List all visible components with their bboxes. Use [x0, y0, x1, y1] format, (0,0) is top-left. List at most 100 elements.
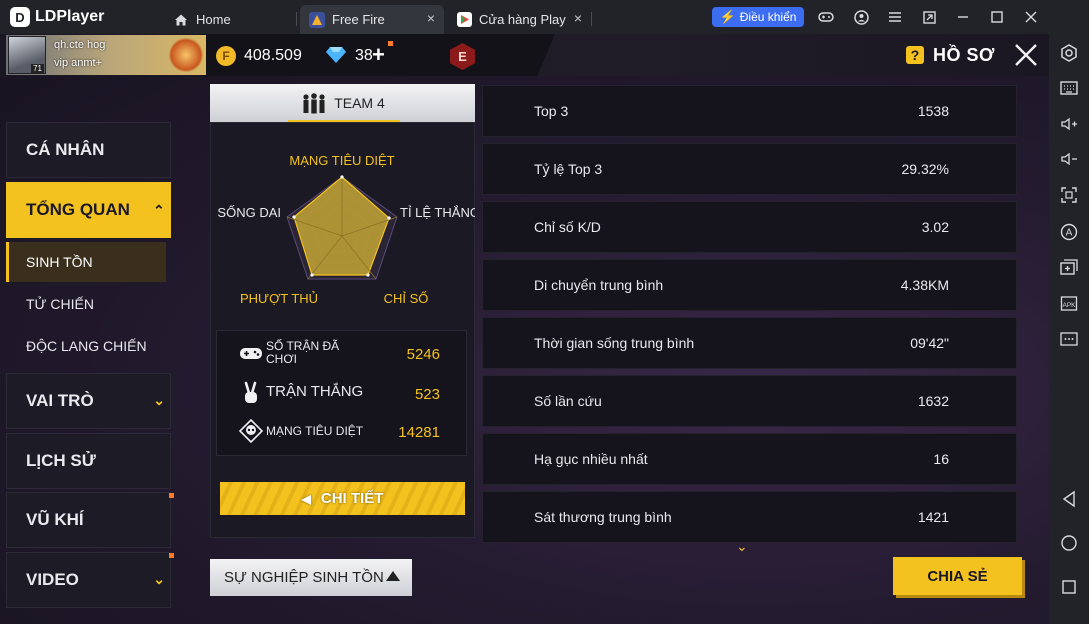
menu-icon[interactable]: [887, 9, 903, 25]
nav-label: LỊCH SỬ: [26, 451, 96, 470]
career-mode-label: SỰ NGHIỆP SINH TỒN: [224, 569, 384, 586]
multi-instance-icon[interactable]: [1058, 256, 1080, 278]
recent-apps-icon[interactable]: [1058, 576, 1080, 598]
player-name: qh.cte hog: [54, 39, 106, 51]
operation-record-icon[interactable]: A: [1058, 221, 1080, 243]
player-subtitle: vip anmt+: [54, 57, 102, 69]
stat-value: 3.02: [921, 219, 949, 235]
nav-label: VAI TRÒ: [26, 391, 94, 410]
subnav-doc-lang-chien[interactable]: ĐỘC LANG CHIẾN: [6, 326, 166, 366]
tab-separator: [296, 12, 297, 26]
ldplayer-logo-icon: D: [10, 7, 30, 27]
stat-value: 1421: [917, 509, 949, 525]
apk-install-icon[interactable]: APK: [1058, 292, 1080, 314]
page-title: HỒ SƠ: [933, 45, 995, 65]
account-icon[interactable]: [853, 9, 869, 25]
diamond-icon: [326, 47, 346, 63]
close-tab-icon[interactable]: ×: [424, 11, 438, 25]
app-name: LDPlayer: [35, 8, 105, 25]
nav-tong-quan[interactable]: TỔNG QUAN ⌄: [6, 182, 171, 238]
nav-vai-tro[interactable]: VAI TRÒ ⌄: [6, 373, 171, 429]
stat-row: Hạ gục nhiều nhất 16: [482, 433, 1017, 485]
maximize-icon[interactable]: [989, 9, 1005, 25]
diamond-amount: 38: [355, 47, 373, 64]
ldplayer-logo: D LDPlayer: [10, 7, 104, 27]
svg-text:A: A: [1066, 228, 1073, 239]
stat-label: Sát thương trung bình: [534, 509, 672, 525]
volume-down-icon[interactable]: [1058, 148, 1080, 170]
tab-play-store[interactable]: Cửa hàng Play ×: [447, 5, 591, 34]
nav-video[interactable]: VIDEO ⌄: [6, 552, 174, 608]
share-button[interactable]: CHIA SẺ: [893, 557, 1022, 595]
svg-text:APK: APK: [1062, 302, 1076, 309]
subnav-tu-chien[interactable]: TỬ CHIẾN: [6, 284, 166, 324]
control-button[interactable]: ⚡ Điều khiển: [712, 7, 804, 27]
stat-row: Top 3 1538: [482, 85, 1017, 137]
gamepad-icon[interactable]: [818, 9, 834, 25]
team-label: TEAM 4: [334, 95, 385, 111]
screenshot-icon[interactable]: [1058, 184, 1080, 206]
back-icon[interactable]: [1058, 488, 1080, 510]
keyboard-icon[interactable]: [1058, 77, 1080, 99]
tab-play-store-label: Cửa hàng Play: [479, 12, 566, 27]
radar-label-travel: PHƯỢT THỦ: [240, 291, 318, 306]
radar-chart: MẠNG TIÊU DIỆT SỐNG DAI TỈ LỆ THẮNG PHƯỢ…: [217, 153, 475, 306]
emulator-toolbar: A APK: [1049, 34, 1089, 624]
restore-window-icon[interactable]: [921, 9, 937, 25]
close-icon[interactable]: [1012, 41, 1040, 69]
lightning-icon: ⚡: [719, 9, 736, 24]
tab-free-fire-label: Free Fire: [332, 12, 385, 27]
stat-value: 29.32%: [901, 161, 949, 177]
chevron-up-icon: ⌄: [153, 202, 165, 218]
stat-label: Top 3: [534, 103, 569, 119]
team-header: TEAM 4: [210, 84, 475, 122]
close-tab-icon[interactable]: ×: [571, 11, 585, 25]
settings-icon[interactable]: [1058, 42, 1080, 64]
home-icon: [173, 12, 189, 28]
home-nav-icon[interactable]: [1058, 532, 1080, 554]
stat-row: Số lần cứu 1632: [482, 375, 1017, 427]
career-mode-dropdown[interactable]: SỰ NGHIỆP SINH TỒN: [210, 559, 412, 596]
stat-label: Di chuyển trung bình: [534, 277, 664, 293]
skull-icon: [239, 419, 263, 443]
help-icon[interactable]: ?: [906, 46, 924, 64]
player-card[interactable]: 71 qh.cte hog vip anmt+: [6, 35, 206, 75]
avatar: 71: [8, 36, 46, 74]
free-fire-app-icon: [309, 11, 325, 28]
close-window-icon[interactable]: [1023, 9, 1039, 25]
stat-row: Thời gian sống trung bình 09'42": [482, 317, 1017, 369]
nav-lich-su[interactable]: LỊCH SỬ: [6, 433, 171, 489]
nav-label: VIDEO: [26, 570, 79, 589]
team-underline: [288, 120, 400, 122]
share-button-label: CHIA SẺ: [927, 567, 988, 585]
rank-badge-icon: [168, 38, 204, 72]
tab-home[interactable]: Home: [164, 5, 284, 34]
stat-label: Tỷ lệ Top 3: [534, 161, 603, 177]
summary-box: SỐ TRẬN ĐÃ CHƠI 5246 TRẬN THẮNG 523 MẠNG…: [216, 330, 467, 456]
summary-row: TRẬN THẮNG 523: [217, 375, 468, 413]
notification-dot: [169, 493, 174, 498]
detail-button-label: CHI TIẾT: [320, 490, 384, 507]
subnav-sinh-ton[interactable]: SINH TỒN: [6, 242, 166, 282]
elite-pass-letter: E: [458, 49, 467, 64]
tab-separator: [591, 12, 592, 26]
control-button-label: Điều khiển: [739, 10, 797, 24]
caret-left-icon: ◀: [301, 491, 311, 506]
volume-up-icon[interactable]: [1058, 113, 1080, 135]
title-bar: D LDPlayer Home Free Fire × Cửa hàng Pla…: [0, 0, 1089, 34]
nav-vu-khi[interactable]: VŨ KHÍ: [6, 492, 174, 548]
chevron-down-icon: ⌄: [153, 571, 165, 587]
scroll-down-chevron-icon[interactable]: ⌄: [736, 538, 748, 555]
nav-ca-nhan[interactable]: CÁ NHÂN: [6, 122, 171, 178]
minimize-icon[interactable]: [955, 9, 971, 25]
gold-coin-icon: F: [216, 46, 236, 66]
stat-label: Hạ gục nhiều nhất: [534, 451, 648, 467]
subnav-label: TỬ CHIẾN: [26, 296, 94, 312]
top-up-plus-icon[interactable]: +: [372, 42, 385, 68]
gold-amount: 408.509: [244, 47, 302, 64]
tab-free-fire[interactable]: Free Fire ×: [300, 5, 444, 34]
detail-button[interactable]: ◀ CHI TIẾT: [220, 482, 465, 515]
more-options-icon[interactable]: [1058, 328, 1080, 350]
nav-label: TỔNG QUAN: [26, 200, 130, 219]
subnav-label: ĐỘC LANG CHIẾN: [26, 338, 147, 354]
